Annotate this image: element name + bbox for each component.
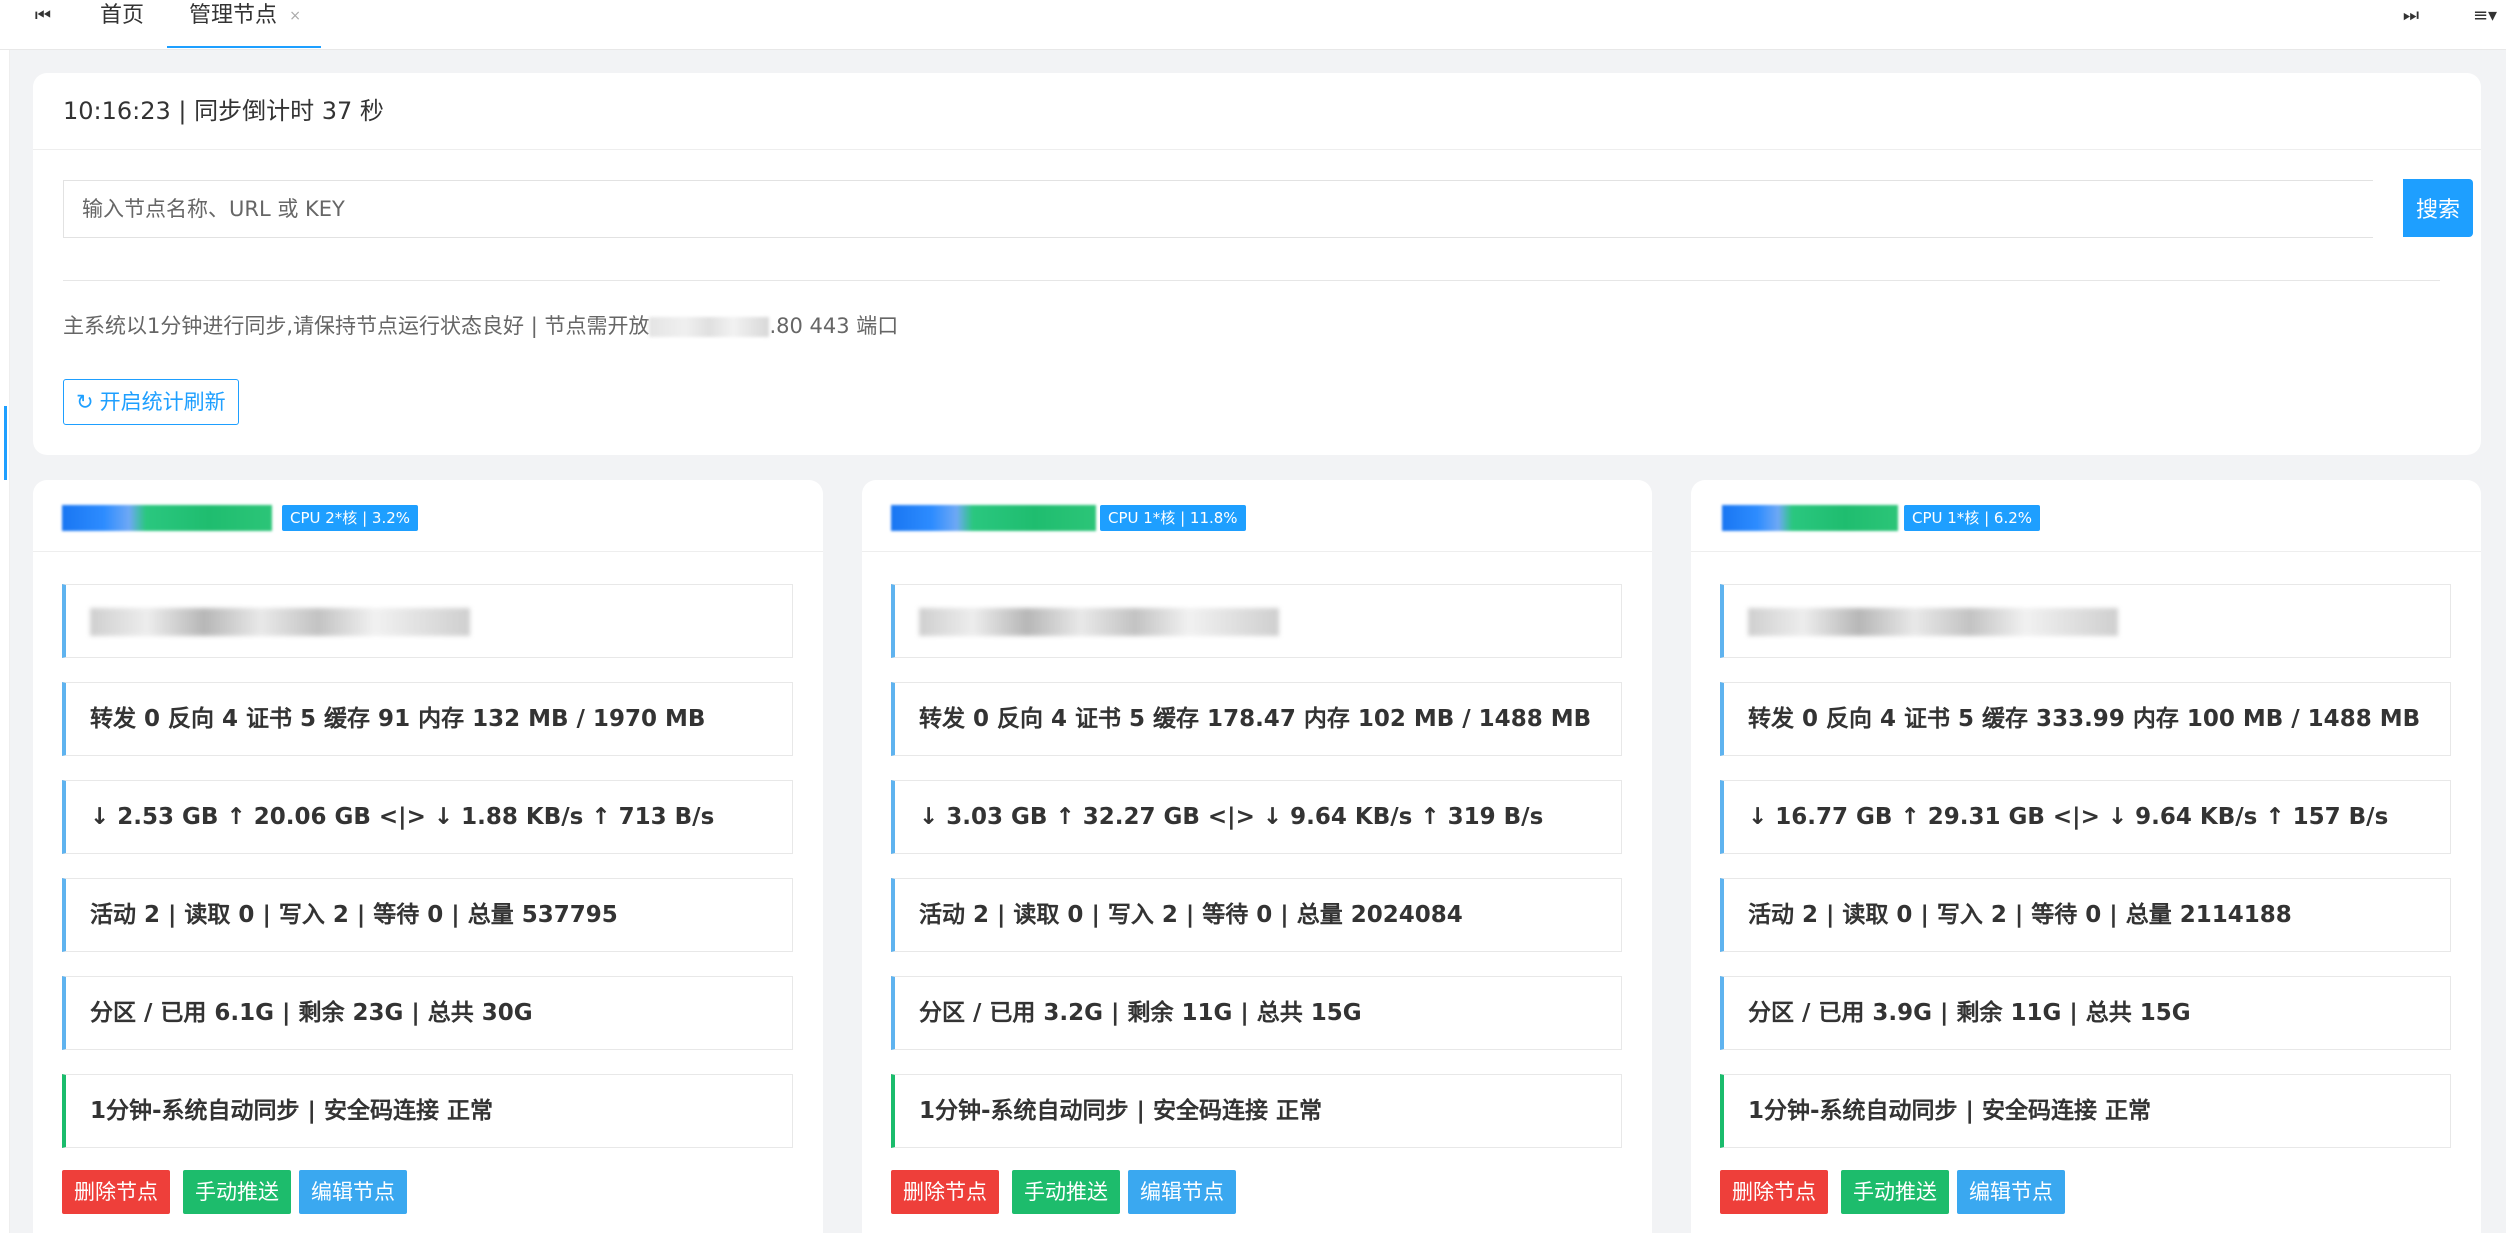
node-traffic-row: ↓ 16.77 GB ↑ 29.31 GB <|> ↓ 9.64 KB/s ↑ … [1720, 780, 2451, 854]
node-connections-row: 活动 2 | 读取 0 | 写入 2 | 等待 0 | 总量 2024084 [891, 878, 1622, 952]
node-card: CPU 1*核 | 11.8% 转发 0 反向 4 证书 5 缓存 178.47… [862, 480, 1652, 1233]
redacted-address [1748, 607, 2118, 636]
tab-manage-nodes[interactable]: 管理节点 × [167, 0, 322, 48]
node-card-header: CPU 2*核 | 3.2% [33, 480, 823, 552]
edit-node-button[interactable]: 编辑节点 [299, 1170, 407, 1214]
node-card-header: CPU 1*核 | 6.2% [1691, 480, 2481, 552]
delete-node-button[interactable]: 删除节点 [1720, 1170, 1828, 1214]
notice-prefix: 主系统以1分钟进行同步,请保持节点运行状态良好 | 节点需开放 [63, 314, 650, 338]
node-card-header: CPU 1*核 | 11.8% [862, 480, 1652, 552]
sync-notice: 主系统以1分钟进行同步,请保持节点运行状态良好 | 节点需开放 .80 443 端… [63, 310, 898, 340]
cpu-badge: CPU 1*核 | 11.8% [1100, 505, 1246, 531]
redacted-node-name [1722, 505, 1898, 531]
node-connections-row: 活动 2 | 读取 0 | 写入 2 | 等待 0 | 总量 2114188 [1720, 878, 2451, 952]
tab-menu-icon[interactable]: ≡▾ [2465, 0, 2505, 32]
search-input[interactable] [63, 180, 2373, 238]
node-disk-row: 分区 / 已用 3.9G | 剩余 11G | 总共 15G [1720, 976, 2451, 1050]
edit-node-button[interactable]: 编辑节点 [1957, 1170, 2065, 1214]
sidebar-edge [0, 50, 10, 1233]
cpu-badge: CPU 1*核 | 6.2% [1904, 505, 2041, 531]
node-sync-row: 1分钟-系统自动同步 | 安全码连接 正常 [1720, 1074, 2451, 1148]
redacted-node-name [62, 505, 272, 531]
close-icon[interactable]: × [289, 0, 301, 32]
divider [63, 280, 2440, 281]
start-stats-refresh-button[interactable]: ↻ 开启统计刷新 [63, 379, 239, 425]
cpu-badge: CPU 2*核 | 3.2% [282, 505, 419, 531]
delete-node-button[interactable]: 删除节点 [891, 1170, 999, 1214]
manual-push-button[interactable]: 手动推送 [1012, 1170, 1120, 1214]
redacted-address [90, 607, 470, 636]
tab-bar: ⏮ 首页 管理节点 × ⏭ ≡▾ [0, 0, 2506, 50]
node-address-row [891, 584, 1622, 658]
tab-home[interactable]: 首页 [78, 0, 166, 48]
node-traffic-row: ↓ 2.53 GB ↑ 20.06 GB <|> ↓ 1.88 KB/s ↑ 7… [62, 780, 793, 854]
node-disk-row: 分区 / 已用 3.2G | 剩余 11G | 总共 15G [891, 976, 1622, 1050]
redacted-ip [649, 317, 770, 337]
manual-push-button[interactable]: 手动推送 [1841, 1170, 1949, 1214]
refresh-icon: ↻ [76, 390, 94, 414]
tab-scroll-left-icon[interactable]: ⏮ [28, 0, 58, 32]
node-connections-row: 活动 2 | 读取 0 | 写入 2 | 等待 0 | 总量 537795 [62, 878, 793, 952]
tab-scroll-right-icon[interactable]: ⏭ [2396, 0, 2426, 32]
node-disk-row: 分区 / 已用 6.1G | 剩余 23G | 总共 30G [62, 976, 793, 1050]
node-stats-row: 转发 0 反向 4 证书 5 缓存 91 内存 132 MB / 1970 MB [62, 682, 793, 756]
node-address-row [62, 584, 793, 658]
redacted-address [919, 607, 1279, 636]
search-button[interactable]: 搜索 [2403, 179, 2473, 237]
sidebar-active-indicator [4, 406, 7, 480]
node-card: CPU 2*核 | 3.2% 转发 0 反向 4 证书 5 缓存 91 内存 1… [33, 480, 823, 1233]
tab-manage-nodes-label: 管理节点 [189, 3, 278, 28]
manual-push-button[interactable]: 手动推送 [183, 1170, 291, 1214]
sync-panel: 10:16:23 | 同步倒计时 37 秒 搜索 主系统以1分钟进行同步,请保持… [33, 73, 2481, 455]
node-sync-row: 1分钟-系统自动同步 | 安全码连接 正常 [62, 1074, 793, 1148]
refresh-label: 开启统计刷新 [99, 390, 226, 414]
node-card: CPU 1*核 | 6.2% 转发 0 反向 4 证书 5 缓存 333.99 … [1691, 480, 2481, 1233]
node-traffic-row: ↓ 3.03 GB ↑ 32.27 GB <|> ↓ 9.64 KB/s ↑ 3… [891, 780, 1622, 854]
node-address-row [1720, 584, 2451, 658]
node-sync-row: 1分钟-系统自动同步 | 安全码连接 正常 [891, 1074, 1622, 1148]
edit-node-button[interactable]: 编辑节点 [1128, 1170, 1236, 1214]
redacted-node-name [891, 505, 1096, 531]
delete-node-button[interactable]: 删除节点 [62, 1170, 170, 1214]
node-stats-row: 转发 0 反向 4 证书 5 缓存 333.99 内存 100 MB / 148… [1720, 682, 2451, 756]
search-row: 搜索 [63, 179, 2473, 238]
notice-suffix: .80 443 端口 [769, 314, 899, 338]
node-stats-row: 转发 0 反向 4 证书 5 缓存 178.47 内存 102 MB / 148… [891, 682, 1622, 756]
sync-countdown: 10:16:23 | 同步倒计时 37 秒 [33, 73, 2481, 150]
